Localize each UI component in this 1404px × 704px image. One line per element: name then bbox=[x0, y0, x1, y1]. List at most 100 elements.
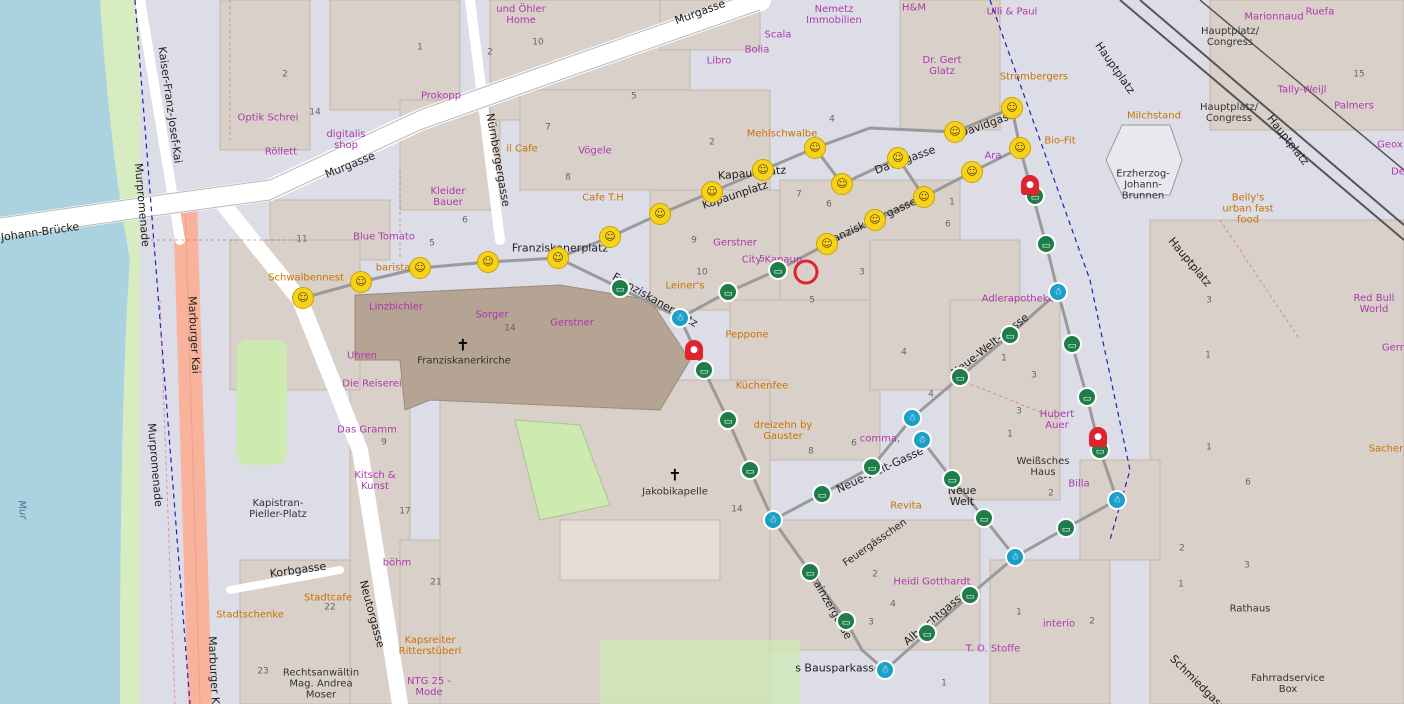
bus-stop-marker-icon[interactable]: ▭ bbox=[812, 484, 832, 504]
poi-sorger[interactable]: Sorger bbox=[475, 310, 508, 321]
poi-ara[interactable]: Ara bbox=[984, 151, 1001, 162]
poi-geox[interactable]: Geox bbox=[1377, 140, 1403, 151]
ghost-marker-icon[interactable]: ☃ bbox=[763, 510, 783, 530]
smiley-marker-icon[interactable]: ☺ bbox=[913, 186, 935, 208]
poi-scala[interactable]: Scala bbox=[765, 30, 792, 41]
poi-il-cafe[interactable]: il Cafe bbox=[506, 144, 538, 155]
poi-hm[interactable]: H&M bbox=[902, 3, 926, 14]
poi-bio-fit[interactable]: Bio-Fit bbox=[1044, 136, 1075, 147]
smiley-marker-icon[interactable]: ☺ bbox=[547, 247, 569, 269]
bus-stop-marker-icon[interactable]: ▭ bbox=[768, 260, 788, 280]
poi-gern[interactable]: Gern bbox=[1382, 343, 1404, 354]
smiley-marker-icon[interactable]: ☺ bbox=[1009, 137, 1031, 159]
poi-sacher[interactable]: Sacher bbox=[1369, 444, 1404, 455]
smiley-marker-icon[interactable]: ☺ bbox=[1001, 97, 1023, 119]
poi-palmers[interactable]: Palmers bbox=[1334, 101, 1374, 112]
poi-dr-gert-glatz[interactable]: Dr. Gert Glatz bbox=[917, 55, 967, 77]
poi-milchstand[interactable]: Milchstand bbox=[1127, 111, 1181, 122]
ghost-marker-icon[interactable]: ☃ bbox=[1005, 547, 1025, 567]
poi-stadtschenke[interactable]: Stadtschenke bbox=[216, 610, 284, 621]
bus-stop-marker-icon[interactable]: ▭ bbox=[1056, 518, 1076, 538]
bus-stop-marker-icon[interactable]: ▭ bbox=[836, 611, 856, 631]
poi-voegele[interactable]: Vögele bbox=[578, 146, 612, 157]
poi-stromberger[interactable]: Strombergers bbox=[1000, 72, 1068, 83]
bus-stop-marker-icon[interactable]: ▭ bbox=[917, 623, 937, 643]
poi-ulli-paul[interactable]: Ulli & Paul bbox=[987, 7, 1038, 18]
poi-tally-weijl[interactable]: Tally-Weijl bbox=[1278, 85, 1327, 96]
poi-boehm[interactable]: böhm bbox=[383, 558, 412, 569]
poi-revita[interactable]: Revita bbox=[890, 501, 921, 512]
bus-stop-marker-icon[interactable]: ▭ bbox=[610, 278, 630, 298]
smiley-marker-icon[interactable]: ☺ bbox=[599, 226, 621, 248]
poi-libro[interactable]: Libro bbox=[707, 56, 732, 67]
poi-marionnaud[interactable]: Marionnaud bbox=[1244, 12, 1303, 23]
smiley-marker-icon[interactable]: ☺ bbox=[752, 159, 774, 181]
bus-stop-marker-icon[interactable]: ▭ bbox=[1036, 234, 1056, 254]
smiley-marker-icon[interactable]: ☺ bbox=[804, 137, 826, 159]
ghost-marker-icon[interactable]: ☃ bbox=[1048, 282, 1068, 302]
poi-digitalis-shop[interactable]: digitalis shop bbox=[321, 129, 371, 151]
bus-stop-marker-icon[interactable]: ▭ bbox=[960, 585, 980, 605]
bus-stop-marker-icon[interactable]: ▭ bbox=[950, 367, 970, 387]
poi-schwalbennest[interactable]: Schwalbennest bbox=[268, 273, 344, 284]
alien-marker-icon[interactable]: ● bbox=[1089, 427, 1107, 447]
poi-leiners[interactable]: Leiner's bbox=[666, 281, 705, 292]
poi-interio[interactable]: interio bbox=[1043, 619, 1075, 630]
poi-nemetz[interactable]: Nemetz Immobilien bbox=[804, 4, 864, 26]
poi-adlerapotheke[interactable]: Adlerapotheke bbox=[982, 294, 1055, 305]
poi-kuechenfee[interactable]: Küchenfee bbox=[736, 381, 789, 392]
poi-das-gramm[interactable]: Das Gramm bbox=[337, 425, 397, 436]
poi-hubert-auer[interactable]: Hubert Auer bbox=[1037, 409, 1077, 431]
poi-ruefa[interactable]: Ruefa bbox=[1306, 7, 1335, 18]
ghost-marker-icon[interactable]: ☃ bbox=[670, 308, 690, 328]
smiley-marker-icon[interactable]: ☺ bbox=[887, 147, 909, 169]
smiley-marker-icon[interactable]: ☺ bbox=[292, 287, 314, 309]
smiley-marker-icon[interactable]: ☺ bbox=[816, 233, 838, 255]
poi-uhren[interactable]: Uhren bbox=[347, 351, 377, 362]
poi-kapsreiter[interactable]: Kapsreiter Ritterstüberl bbox=[395, 635, 465, 657]
poi-und-ohler[interactable]: und Öhler Home bbox=[491, 4, 551, 26]
bus-stop-marker-icon[interactable]: ▭ bbox=[1000, 325, 1020, 345]
poi-bolia[interactable]: Bolia bbox=[745, 45, 770, 56]
ghost-marker-icon[interactable]: ☃ bbox=[902, 408, 922, 428]
poi-rechtsanwaeltin[interactable]: Rechtsanwältin Mag. Andrea Moser bbox=[281, 668, 361, 701]
poi-comma[interactable]: comma, bbox=[860, 434, 900, 445]
poi-bellys[interactable]: Belly's urban fast food bbox=[1218, 193, 1278, 226]
poi-roellett[interactable]: Röllett bbox=[265, 147, 297, 158]
bus-stop-marker-icon[interactable]: ▭ bbox=[942, 469, 962, 489]
smiley-marker-icon[interactable]: ☺ bbox=[864, 209, 886, 231]
bus-stop-marker-icon[interactable]: ▭ bbox=[718, 282, 738, 302]
poi-ntg25[interactable]: NTG 25 - Mode bbox=[404, 676, 454, 698]
poi-cafe-th[interactable]: Cafe T.H bbox=[582, 193, 624, 204]
poi-die-reiserei[interactable]: Die Reiserei bbox=[342, 379, 401, 390]
map-canvas[interactable]: Murgasse Murgasse Johann-Brücke Kaiser-F… bbox=[0, 0, 1404, 704]
smiley-marker-icon[interactable]: ☺ bbox=[649, 203, 671, 225]
smiley-marker-icon[interactable]: ☺ bbox=[961, 161, 983, 183]
poi-mehlschwalbe[interactable]: Mehlschwalbe bbox=[747, 129, 818, 140]
smiley-marker-icon[interactable]: ☺ bbox=[477, 251, 499, 273]
bus-stop-marker-icon[interactable]: ▭ bbox=[862, 457, 882, 477]
ghost-marker-icon[interactable]: ☃ bbox=[1107, 490, 1127, 510]
poi-de[interactable]: De bbox=[1391, 167, 1404, 178]
smiley-marker-icon[interactable]: ☺ bbox=[409, 257, 431, 279]
bus-stop-marker-icon[interactable]: ▭ bbox=[800, 562, 820, 582]
poi-linzbichler[interactable]: Linzbichler bbox=[369, 302, 423, 313]
bus-stop-marker-icon[interactable]: ▭ bbox=[974, 508, 994, 528]
bus-stop-marker-icon[interactable]: ▭ bbox=[740, 460, 760, 480]
ghost-marker-icon[interactable]: ☃ bbox=[912, 430, 932, 450]
poi-gerstner-2[interactable]: Gerstner bbox=[713, 238, 757, 249]
alien-marker-icon[interactable]: ● bbox=[685, 340, 703, 360]
bus-stop-marker-icon[interactable]: ▭ bbox=[1062, 334, 1082, 354]
poi-to-stoffe[interactable]: T. O. Stoffe bbox=[966, 644, 1021, 655]
alien-marker-icon[interactable]: ● bbox=[1021, 175, 1039, 195]
poi-prokopp[interactable]: Prokopp bbox=[421, 91, 461, 102]
ghost-marker-icon[interactable]: ☃ bbox=[875, 660, 895, 680]
poi-billa[interactable]: Billa bbox=[1068, 479, 1089, 490]
smiley-marker-icon[interactable]: ☺ bbox=[831, 173, 853, 195]
poi-dreizehn[interactable]: dreizehn by Gauster bbox=[753, 420, 813, 442]
poi-kleider-bauer[interactable]: Kleider Bauer bbox=[423, 186, 473, 208]
poi-optik-schrei[interactable]: Optik Schrei bbox=[238, 113, 299, 124]
poi-blue-tomato[interactable]: Blue Tomato bbox=[353, 232, 415, 243]
poi-gerstner-1[interactable]: Gerstner bbox=[550, 318, 594, 329]
bus-stop-marker-icon[interactable]: ▭ bbox=[1077, 387, 1097, 407]
